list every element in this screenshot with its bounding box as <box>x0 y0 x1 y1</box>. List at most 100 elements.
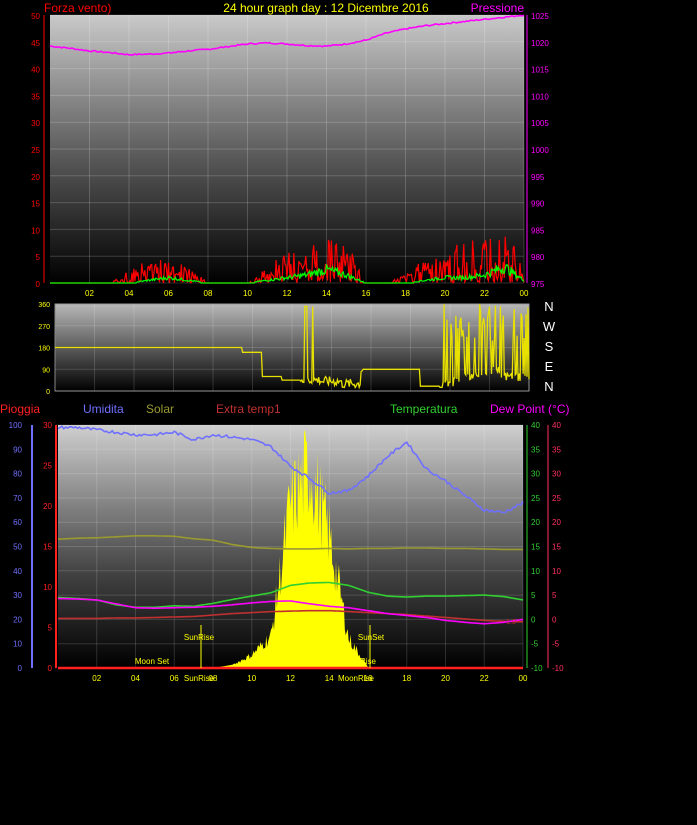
climate-chart: 0102030405060708090100 051015202530 -10-… <box>9 421 564 683</box>
rain-y-tick: 10 <box>43 583 52 592</box>
pressure-y-tick: 975 <box>531 280 545 289</box>
climate-x-ticks: 02 04 06 08 10 12 14 16 18 20 22 00 <box>92 674 528 683</box>
pressure-y-tick: 985 <box>531 226 545 235</box>
humidity-y-ticks: 0 10 20 30 40 50 60 70 80 90 100 <box>9 421 23 673</box>
wind-y-tick: 5 <box>36 253 41 262</box>
rain-y-tick: 0 <box>48 664 53 673</box>
legend-humidity: Umidita <box>83 402 124 416</box>
rain-y-tick: 25 <box>43 462 52 471</box>
wind-x-tick: 12 <box>283 289 292 298</box>
sunrise-label-bottom: SunRise <box>184 674 215 683</box>
wind-x-tick: 16 <box>362 289 371 298</box>
humidity-y-tick: 60 <box>13 518 22 527</box>
temperature-y-tick: -10 <box>531 664 543 673</box>
climate-x-tick: 22 <box>480 674 489 683</box>
wind-y-tick: 10 <box>31 226 40 235</box>
dew-point-y-tick: 35 <box>552 445 561 454</box>
compass-label: E <box>545 359 554 374</box>
dew-point-y-tick: 10 <box>552 567 561 576</box>
wind-direction-chart: 090180270360 NWSEN <box>38 299 556 396</box>
temperature-y-tick: 35 <box>531 445 540 454</box>
temperature-y-tick: 5 <box>531 591 536 600</box>
wind-pressure-chart: 05101520253035404550 9759809859909951000… <box>31 12 549 298</box>
wind-x-tick: 08 <box>204 289 213 298</box>
wind-y-ticks: 0 5 10 15 20 25 30 35 40 45 50 <box>31 12 40 289</box>
legend-rain: Pioggia <box>0 402 40 416</box>
pressure-y-tick: 1000 <box>531 146 549 155</box>
rain-y-ticks: 0 5 10 15 20 25 30 <box>43 421 52 673</box>
dew-point-y-tick: 0 <box>552 615 557 624</box>
temperature-y-tick: 20 <box>531 518 540 527</box>
rain-y-tick: 15 <box>43 543 52 552</box>
rain-y-tick: 20 <box>43 502 52 511</box>
dew-point-y-tick: 25 <box>552 494 561 503</box>
temperature-y-tick: 25 <box>531 494 540 503</box>
humidity-y-tick: 80 <box>13 470 22 479</box>
legend-extra-temp: Extra temp1 <box>216 402 281 416</box>
rain-y-tick: 30 <box>43 421 52 430</box>
wind-x-tick: 20 <box>441 289 450 298</box>
dew-point-y-ticks: -10 -5 0 5 10 15 20 25 30 35 40 <box>552 421 564 673</box>
pressure-axis-title: Pressione <box>471 1 525 15</box>
wind-x-tick: 10 <box>243 289 252 298</box>
dew-point-y-tick: 5 <box>552 591 557 600</box>
climate-x-tick: 00 <box>519 674 528 683</box>
humidity-y-tick: 40 <box>13 567 22 576</box>
pressure-y-tick: 995 <box>531 173 545 182</box>
wind-x-ticks: 02 04 06 08 10 12 14 16 18 20 22 00 <box>85 289 529 298</box>
pressure-y-tick: 990 <box>531 200 545 209</box>
legend-temperature: Temperatura <box>390 402 458 416</box>
direction-y-tick: 0 <box>46 389 50 396</box>
direction-y-tick: 360 <box>38 302 50 309</box>
direction-y-ticks: 0 90 180 270 360 <box>38 302 50 396</box>
direction-y-tick: 180 <box>38 346 50 353</box>
wind-y-tick: 25 <box>31 146 40 155</box>
wind-x-tick: 14 <box>322 289 331 298</box>
wind-y-tick: 20 <box>31 173 40 182</box>
climate-x-tick: 14 <box>325 674 334 683</box>
pressure-y-tick: 1005 <box>531 119 549 128</box>
climate-x-tick: 18 <box>402 674 411 683</box>
climate-x-tick: 02 <box>92 674 101 683</box>
compass-label: W <box>543 319 556 334</box>
humidity-y-tick: 30 <box>13 591 22 600</box>
climate-x-tick: 12 <box>286 674 295 683</box>
wind-y-tick: 0 <box>36 280 41 289</box>
sunset-label-top: SunSet <box>358 633 385 642</box>
dew-point-y-tick: 30 <box>552 470 561 479</box>
chart-title: 24 hour graph day : 12 Dicembre 2016 <box>223 1 429 15</box>
wind-axis-title: Forza vento) <box>44 1 111 15</box>
direction-y-tick: 270 <box>38 324 50 331</box>
rain-y-tick: 5 <box>48 624 53 633</box>
sunrise-label-top: SunRise <box>184 633 215 642</box>
wind-y-tick: 45 <box>31 39 40 48</box>
humidity-y-tick: 20 <box>13 615 22 624</box>
pressure-y-tick: 980 <box>531 253 545 262</box>
pressure-y-tick: 1025 <box>531 12 549 21</box>
wind-y-tick: 30 <box>31 119 40 128</box>
wind-x-tick: 02 <box>85 289 94 298</box>
compass-label: N <box>544 299 553 314</box>
wind-x-tick: 06 <box>164 289 173 298</box>
pressure-y-tick: 1010 <box>531 92 549 101</box>
compass-label: N <box>544 379 553 394</box>
temperature-y-tick: 10 <box>531 567 540 576</box>
extra-temp-end-label: 1.0 <box>506 619 516 626</box>
pressure-y-tick: 1020 <box>531 39 549 48</box>
wind-x-tick: 22 <box>480 289 489 298</box>
climate-x-tick: 10 <box>247 674 256 683</box>
bottom-legend: Pioggia Umidita Solar Extra temp1 Temper… <box>0 402 569 416</box>
temperature-y-ticks: -10 -5 0 5 10 15 20 25 30 35 40 <box>531 421 543 673</box>
humidity-y-tick: 0 <box>18 664 23 673</box>
temperature-y-tick: 0 <box>531 615 536 624</box>
wind-x-tick: 18 <box>401 289 410 298</box>
pressure-y-tick: 1015 <box>531 66 549 75</box>
humidity-y-tick: 10 <box>13 640 22 649</box>
compass-labels: NWSEN <box>543 299 556 394</box>
humidity-y-tick: 100 <box>9 421 23 430</box>
temperature-y-tick: 15 <box>531 543 540 552</box>
temperature-y-tick: -5 <box>531 640 539 649</box>
wind-y-tick: 35 <box>31 92 40 101</box>
climate-x-tick: 04 <box>131 674 140 683</box>
temperature-y-tick: 30 <box>531 470 540 479</box>
